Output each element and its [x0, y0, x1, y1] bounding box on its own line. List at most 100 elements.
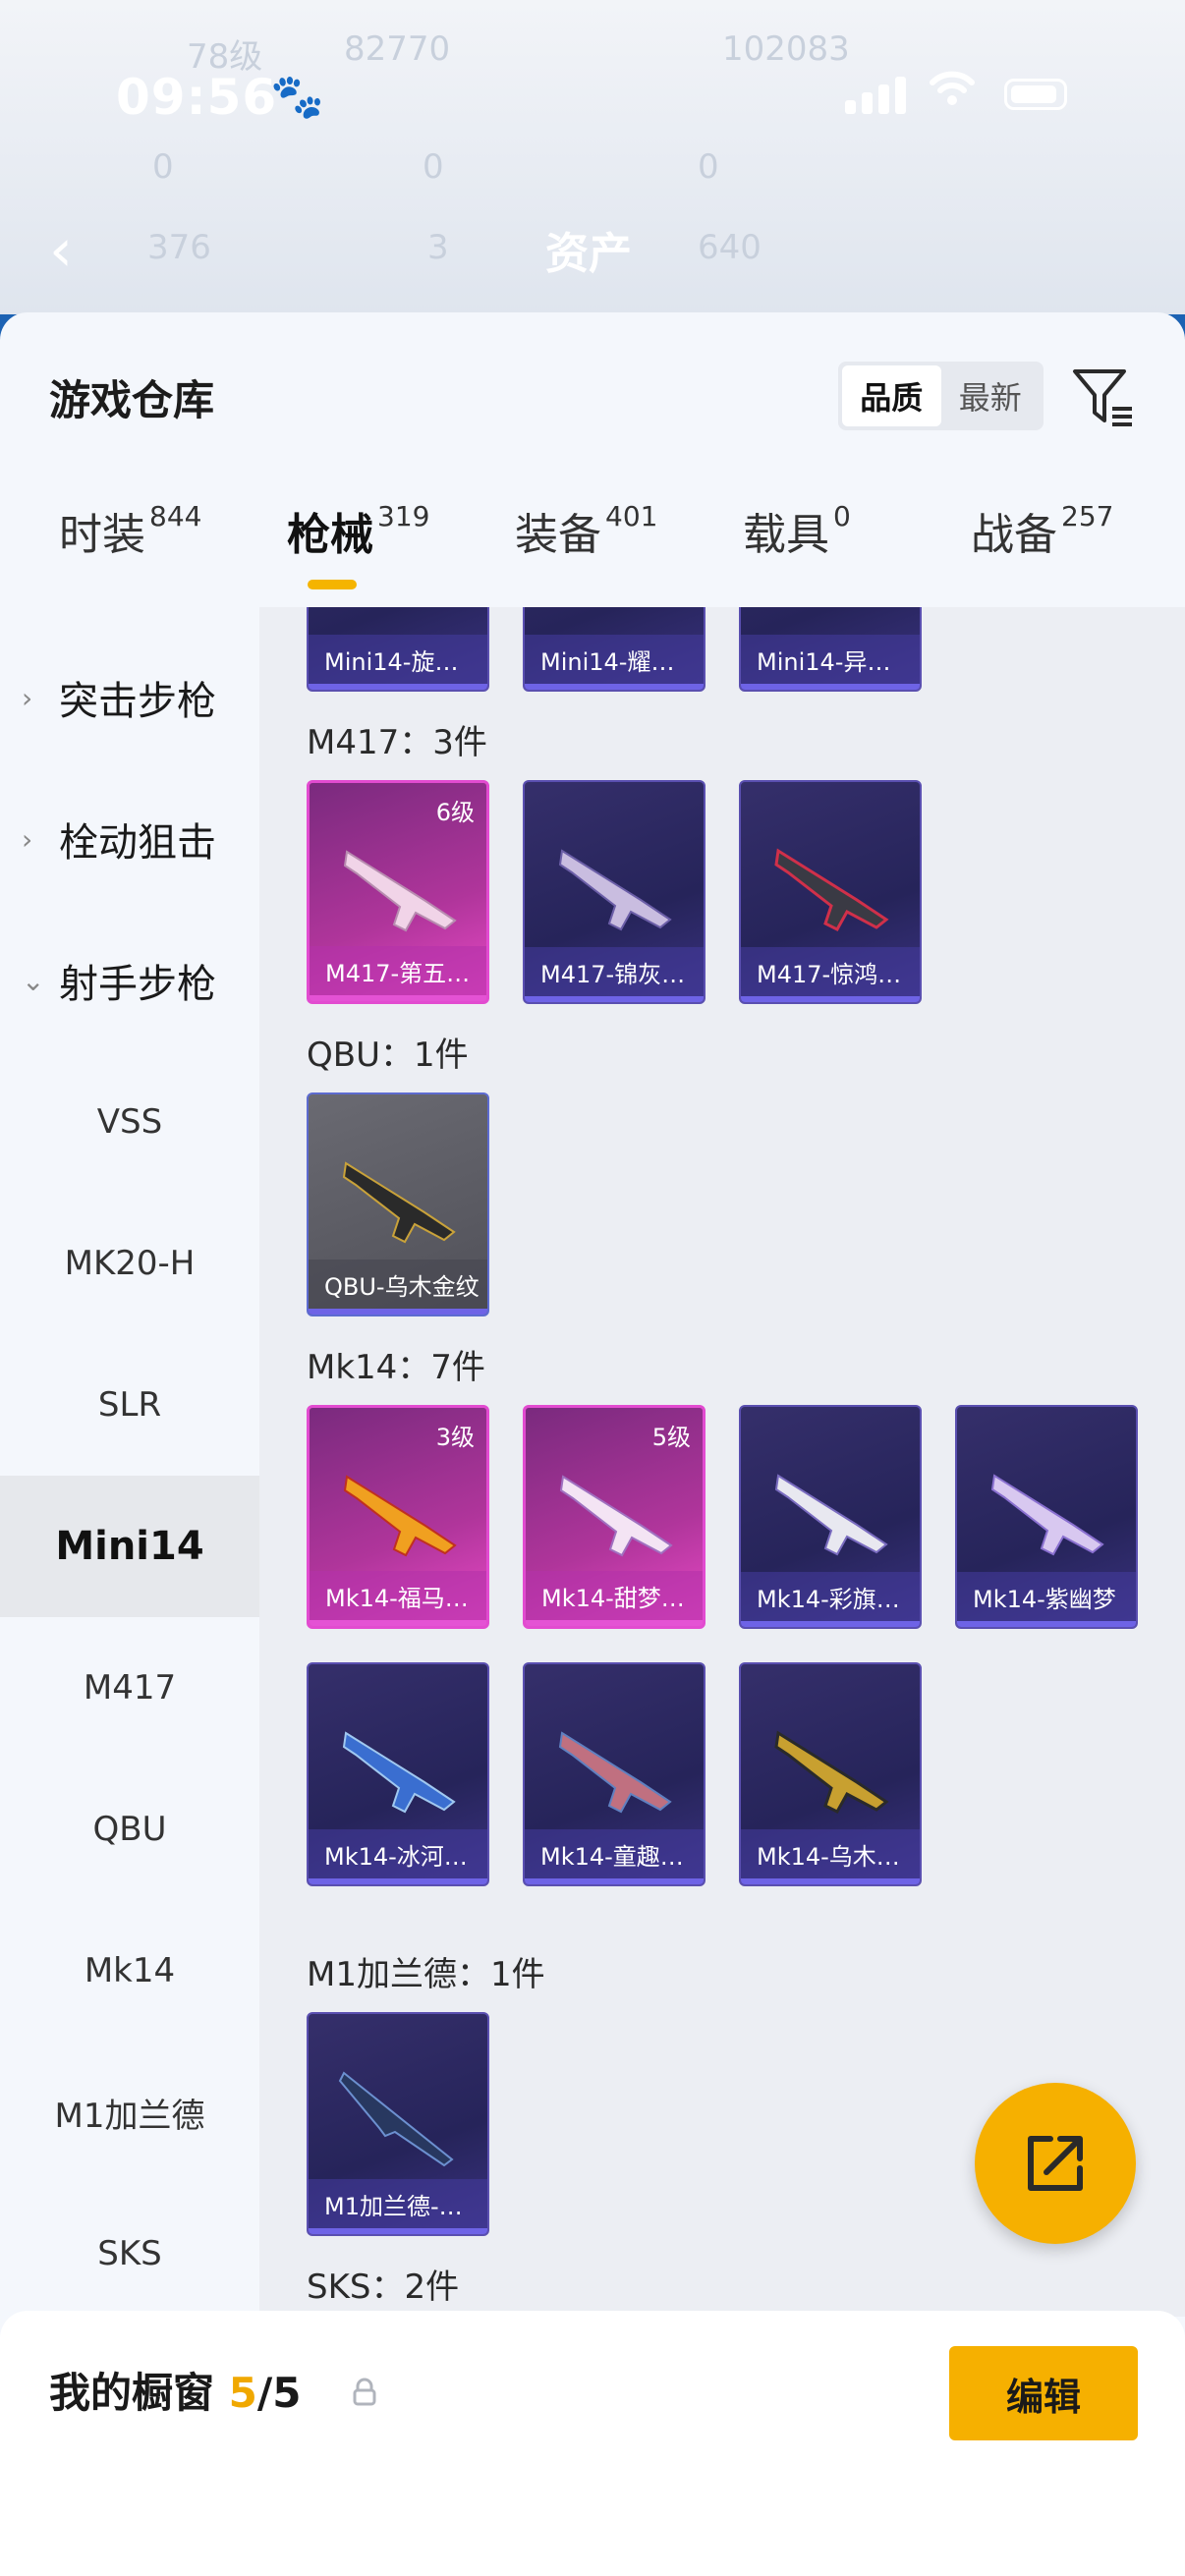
- skin-card[interactable]: 5级 Mk14-甜梦…: [523, 1405, 705, 1629]
- sort-latest-option[interactable]: 最新: [941, 365, 1041, 426]
- gun-icon: [774, 1474, 888, 1556]
- skin-name: M1加兰德-…: [309, 2179, 487, 2228]
- skin-card[interactable]: Mk14-乌木…: [739, 1662, 922, 1886]
- gun-icon: [342, 1731, 456, 1814]
- skin-name: Mini14-异…: [741, 635, 920, 684]
- skin-name: Mini14-耀…: [525, 635, 704, 684]
- back-icon[interactable]: ‹: [49, 216, 73, 285]
- skin-name: Mk14-甜梦…: [526, 1571, 703, 1620]
- group-label-m417: M417：3件: [307, 723, 487, 762]
- sidebar-item-m417[interactable]: M417: [0, 1617, 259, 1759]
- showcase-total: /5: [256, 2369, 302, 2417]
- gun-icon: [343, 1475, 457, 1557]
- showcase-bar: 我的橱窗 5/5 编辑: [0, 2311, 1185, 2576]
- share-icon: [1028, 2136, 1083, 2191]
- active-tab-indicator: [308, 580, 357, 589]
- group-label-qbu: QBU：1件: [307, 1036, 469, 1075]
- bg-stat: 376: [147, 228, 211, 267]
- filter-icon[interactable]: [1069, 362, 1138, 430]
- skin-card[interactable]: Mini14-异…: [739, 607, 922, 692]
- skin-name: Mk14-童趣…: [525, 1829, 704, 1878]
- sidebar-item-vss[interactable]: VSS: [0, 1051, 259, 1193]
- sidebar-item-mini14[interactable]: Mini14: [0, 1476, 259, 1617]
- tab-equipment[interactable]: 装备 401: [515, 499, 657, 607]
- tab-label: 战备: [971, 510, 1057, 560]
- skin-name: M417-锦灰…: [525, 947, 704, 996]
- showcase-label: 我的橱窗: [49, 2369, 215, 2417]
- showcase-current: 5: [228, 2369, 257, 2417]
- bg-stat: 3: [427, 228, 449, 267]
- sidebar-item-m1-garand[interactable]: M1加兰德: [0, 2042, 259, 2183]
- skin-card[interactable]: Mk14-童趣…: [523, 1662, 705, 1886]
- skin-card[interactable]: Mini14-旋…: [307, 607, 489, 692]
- group-label-m1-garand: M1加兰德：1件: [307, 1955, 545, 1994]
- tab-supplies[interactable]: 战备 257: [971, 499, 1113, 607]
- wifi-icon: [929, 69, 976, 119]
- tab-vehicles[interactable]: 载具 0: [743, 499, 851, 607]
- skin-name: Mini14-旋…: [309, 635, 487, 684]
- tab-count: 401: [605, 499, 658, 532]
- weapon-sidebar: › 突击步枪 › 栓动狙击 ⌄ 射手步枪 VSS MK20-H SLR Mini…: [0, 607, 259, 2576]
- tab-count: 0: [833, 499, 851, 532]
- share-button[interactable]: [975, 2083, 1136, 2244]
- gun-icon: [559, 1475, 673, 1557]
- battery-icon: [1004, 79, 1067, 110]
- group-label-sks: SKS：2件: [307, 2268, 460, 2307]
- sidebar-item-mk14[interactable]: Mk14: [0, 1900, 259, 2042]
- tab-label: 装备: [515, 510, 601, 560]
- tab-fashion[interactable]: 时装 844: [59, 499, 201, 607]
- signal-icon: [845, 77, 906, 114]
- sidebar-item-sks[interactable]: SKS: [0, 2183, 259, 2324]
- skin-name: Mk14-紫幽梦: [957, 1572, 1136, 1621]
- tab-count: 319: [377, 499, 430, 532]
- skin-card[interactable]: 3级 Mk14-福马…: [307, 1405, 489, 1629]
- gun-icon: [342, 1161, 456, 1244]
- sidebar-group-label: 射手步枪: [59, 962, 216, 1007]
- skin-name: Mk14-福马…: [310, 1571, 486, 1620]
- gun-icon: [774, 1730, 889, 1814]
- skin-name: Mk14-彩旗…: [741, 1572, 920, 1621]
- skin-card[interactable]: QBU-乌木金纹: [307, 1092, 489, 1316]
- chevron-right-icon: ›: [22, 822, 33, 856]
- lock-icon: [353, 2378, 376, 2406]
- category-tabs: 时装 844 枪械 319 装备 401 载具 0 战备 257: [0, 499, 1185, 607]
- skin-card[interactable]: M417-惊鸿…: [739, 780, 922, 1004]
- sort-toggle[interactable]: 品质 最新: [838, 362, 1044, 430]
- sidebar-item-qbu[interactable]: QBU: [0, 1759, 259, 1900]
- gun-icon: [558, 849, 672, 931]
- tab-label: 载具: [743, 510, 829, 560]
- gun-icon: [990, 1474, 1104, 1556]
- gun-icon: [343, 850, 457, 932]
- sidebar-group-label: 栓动狙击: [59, 820, 216, 866]
- skin-name: M417-第五…: [310, 946, 486, 995]
- skin-name: Mk14-冰河…: [309, 1829, 487, 1878]
- chevron-right-icon: ›: [22, 681, 33, 714]
- bg-stat: 0: [698, 147, 719, 187]
- gun-icon: [558, 1731, 672, 1814]
- skin-card[interactable]: M1加兰德-…: [307, 2012, 489, 2236]
- skin-card[interactable]: Mk14-紫幽梦: [955, 1405, 1138, 1629]
- tab-count: 844: [149, 499, 202, 532]
- paw-icon: 🐾: [270, 72, 324, 122]
- skin-card[interactable]: Mk14-冰河…: [307, 1662, 489, 1886]
- status-time: 09:56: [116, 69, 278, 126]
- skin-card[interactable]: M417-锦灰…: [523, 780, 705, 1004]
- bg-stat: 0: [423, 147, 444, 187]
- tab-firearms[interactable]: 枪械 319: [287, 499, 429, 607]
- bg-stat: 0: [152, 147, 174, 187]
- tab-count: 257: [1061, 499, 1114, 532]
- sort-quality-option[interactable]: 品质: [842, 365, 941, 426]
- bg-stat: 102083: [722, 29, 850, 69]
- skin-card[interactable]: 6级 M417-第五…: [307, 780, 489, 1004]
- sidebar-item-mk20h[interactable]: MK20-H: [0, 1193, 259, 1334]
- sidebar-group-bolt-snipers[interactable]: › 栓动狙击: [0, 768, 259, 910]
- sidebar-group-assault-rifles[interactable]: › 突击步枪: [0, 627, 259, 768]
- weapon-grid: Mini14-旋… Mini14-耀… Mini14-异… M417：3件 6级…: [259, 607, 1185, 2317]
- edit-button[interactable]: 编辑: [949, 2346, 1138, 2440]
- sidebar-item-slr[interactable]: SLR: [0, 1334, 259, 1476]
- skin-card[interactable]: Mini14-耀…: [523, 607, 705, 692]
- tab-label: 时装: [59, 510, 145, 560]
- showcase-title: 我的橱窗 5/5: [49, 2360, 301, 2420]
- skin-card[interactable]: Mk14-彩旗…: [739, 1405, 922, 1629]
- sidebar-group-marksman-rifles[interactable]: ⌄ 射手步枪: [0, 910, 259, 1051]
